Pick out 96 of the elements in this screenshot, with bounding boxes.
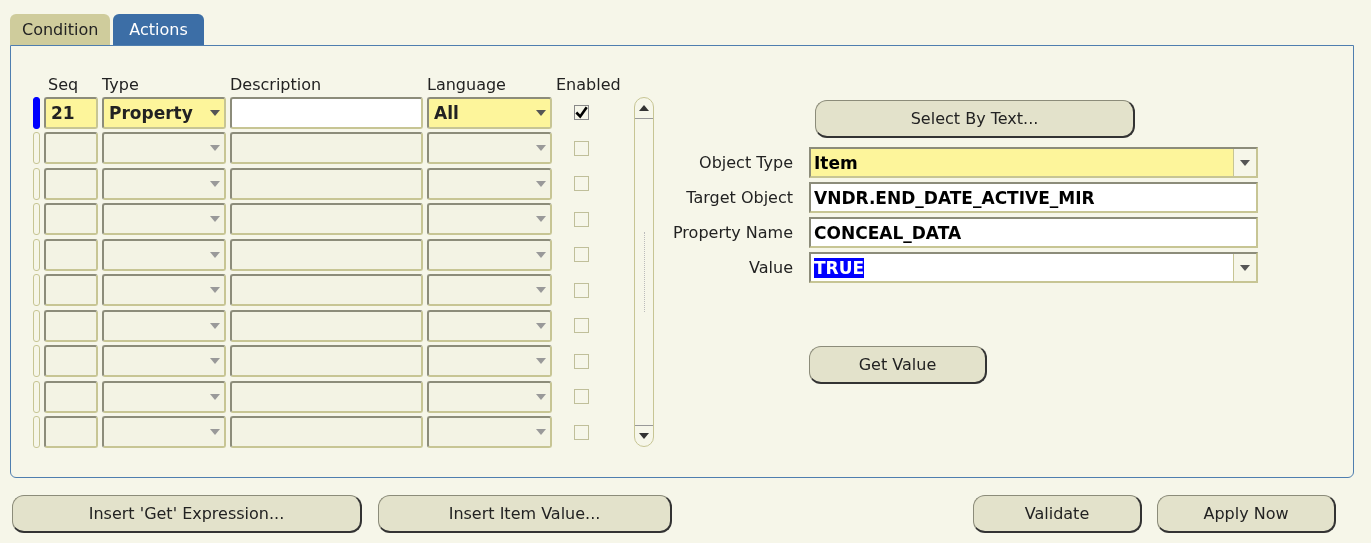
caret-icon (536, 287, 546, 294)
seq-field[interactable] (44, 345, 98, 378)
caret-icon (536, 145, 546, 152)
field-label: Property Name (672, 223, 793, 242)
caret-icon (536, 216, 546, 223)
description-field[interactable] (230, 345, 423, 378)
type-dropdown[interactable] (102, 203, 226, 236)
scroll-down-icon (639, 433, 649, 439)
seq-field[interactable] (44, 309, 98, 342)
text-field[interactable]: VNDR.END_DATE_ACTIVE_MIR (809, 182, 1258, 213)
seq-field[interactable]: 21 (44, 96, 98, 129)
caret-icon (536, 393, 546, 400)
caret-icon (1240, 264, 1250, 271)
type-dropdown[interactable] (102, 167, 226, 200)
enabled-checkbox[interactable] (573, 318, 589, 334)
dropdown-field[interactable]: TRUE (809, 252, 1258, 283)
enabled-checkbox[interactable] (573, 389, 589, 405)
caret-icon (210, 287, 220, 294)
column-header: Enabled (556, 75, 621, 95)
enabled-checkbox[interactable] (573, 424, 589, 440)
description-field[interactable] (230, 274, 423, 307)
seq-field[interactable] (44, 274, 98, 307)
field-label: Target Object (685, 188, 793, 207)
language-dropdown[interactable]: All (427, 96, 552, 129)
caret-icon (210, 429, 220, 436)
scroll-up-icon (639, 105, 649, 111)
get-value-button[interactable]: Get Value (809, 346, 987, 384)
caret-icon (536, 109, 546, 116)
enabled-checkbox[interactable] (573, 353, 589, 369)
description-field[interactable] (230, 96, 423, 129)
type-dropdown[interactable] (102, 309, 226, 342)
field-label: Object Type (698, 153, 793, 172)
caret-icon (210, 180, 220, 187)
caret-icon (210, 216, 220, 223)
seq-field[interactable] (44, 380, 98, 413)
action-button[interactable]: Apply Now (1157, 495, 1336, 533)
description-field[interactable] (230, 416, 423, 449)
caret-icon (536, 429, 546, 436)
caret-icon (536, 322, 546, 329)
description-field[interactable] (230, 309, 423, 342)
caret-icon (210, 109, 220, 116)
caret-icon (1240, 159, 1250, 166)
action-button[interactable]: Insert Item Value... (378, 495, 672, 533)
seq-field[interactable] (44, 416, 98, 449)
seq-field[interactable] (44, 203, 98, 236)
enabled-checkbox[interactable] (573, 247, 589, 263)
type-dropdown[interactable] (102, 274, 226, 307)
language-dropdown[interactable] (427, 380, 552, 413)
language-dropdown[interactable] (427, 167, 552, 200)
tab[interactable]: Actions (113, 14, 204, 45)
language-dropdown[interactable] (427, 416, 552, 449)
column-header: Seq (48, 75, 79, 95)
caret-icon (536, 251, 546, 258)
description-field[interactable] (230, 238, 423, 271)
select-by-text-button[interactable]: Select By Text... (815, 100, 1135, 138)
language-dropdown[interactable] (427, 309, 552, 342)
description-field[interactable] (230, 132, 423, 165)
type-dropdown[interactable]: Property (102, 96, 226, 129)
language-dropdown[interactable] (427, 238, 552, 271)
language-dropdown[interactable] (427, 345, 552, 378)
enabled-checkbox[interactable] (573, 105, 589, 121)
type-dropdown[interactable] (102, 345, 226, 378)
caret-icon (210, 393, 220, 400)
column-header: Language (427, 75, 506, 95)
caret-icon (210, 322, 220, 329)
description-field[interactable] (230, 167, 423, 200)
caret-icon (210, 145, 220, 152)
description-field[interactable] (230, 380, 423, 413)
language-dropdown[interactable] (427, 132, 552, 165)
text-field[interactable]: CONCEAL_DATA (809, 217, 1258, 248)
action-button[interactable]: Insert 'Get' Expression... (12, 495, 362, 533)
language-dropdown[interactable] (427, 274, 552, 307)
description-field[interactable] (230, 203, 423, 236)
caret-icon (210, 251, 220, 258)
seq-field[interactable] (44, 132, 98, 165)
column-header: Type (102, 75, 139, 95)
type-dropdown[interactable] (102, 132, 226, 165)
dropdown-field[interactable]: Item (809, 147, 1258, 178)
tab[interactable]: Condition (10, 14, 111, 45)
field-label: Value (748, 258, 793, 277)
seq-field[interactable] (44, 167, 98, 200)
caret-icon (210, 358, 220, 365)
language-dropdown[interactable] (427, 203, 552, 236)
enabled-checkbox[interactable] (573, 211, 589, 227)
enabled-checkbox[interactable] (573, 140, 589, 156)
type-dropdown[interactable] (102, 416, 226, 449)
type-dropdown[interactable] (102, 238, 226, 271)
record-indicator[interactable] (33, 96, 40, 129)
enabled-checkbox[interactable] (573, 176, 589, 192)
caret-icon (536, 180, 546, 187)
type-dropdown[interactable] (102, 380, 226, 413)
seq-field[interactable] (44, 238, 98, 271)
enabled-checkbox[interactable] (573, 282, 589, 298)
caret-icon (536, 358, 546, 365)
column-header: Description (230, 75, 322, 95)
action-button[interactable]: Validate (973, 495, 1142, 533)
